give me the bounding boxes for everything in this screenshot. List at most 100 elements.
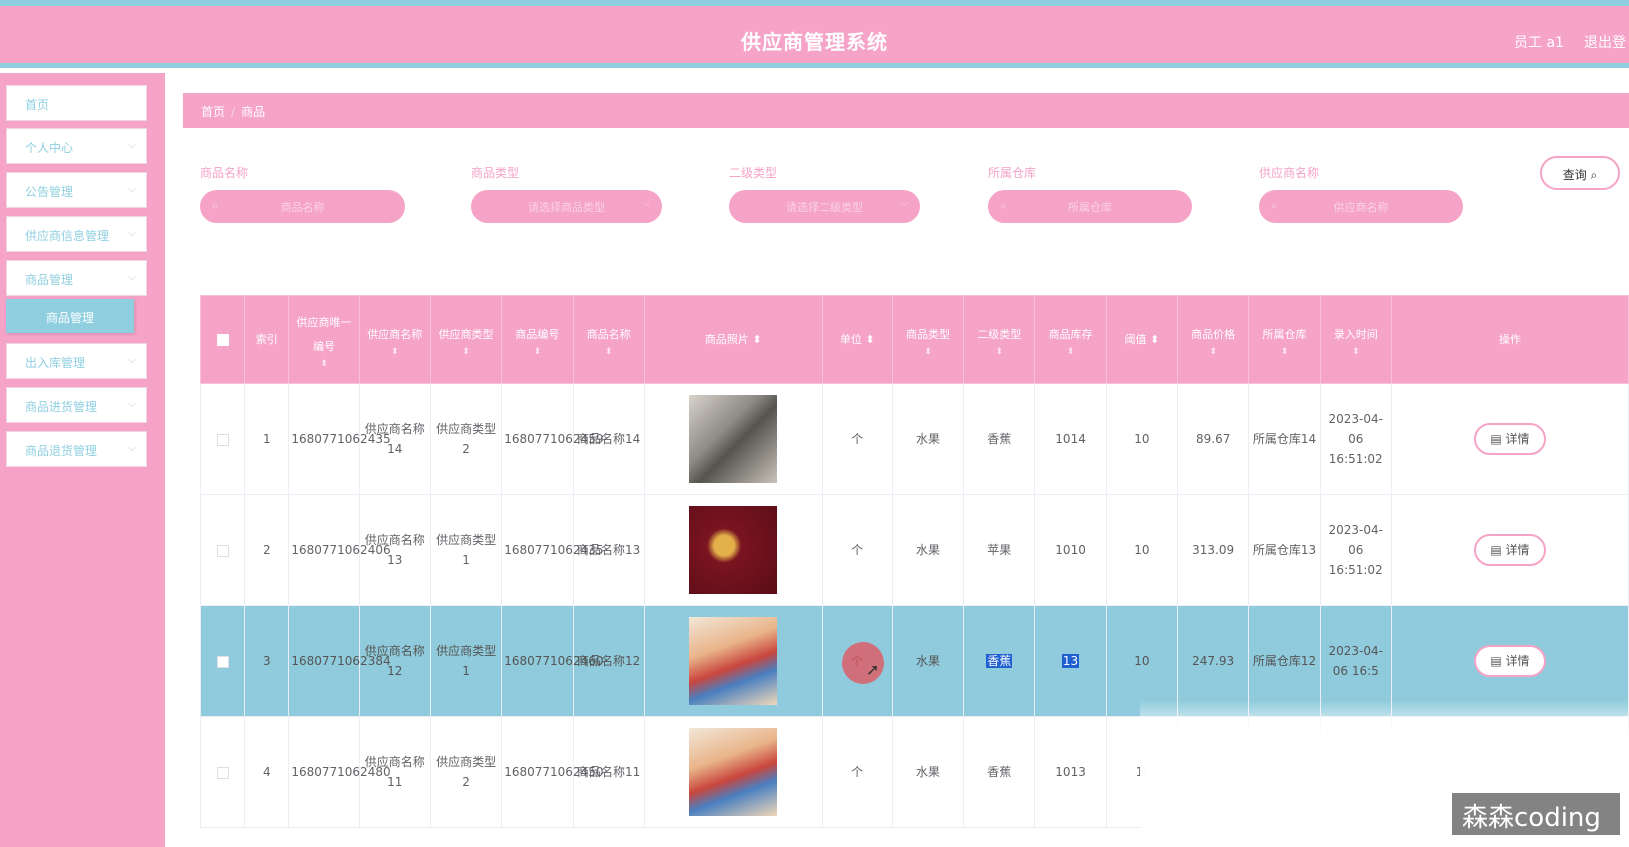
col-header[interactable]: 商品库存 ⬍ [1034, 295, 1107, 384]
sort-icon[interactable]: ⬍ [433, 347, 499, 357]
goods-type-select[interactable]: 请选择商品类型 ⌵ [471, 190, 662, 223]
app-title: 供应商管理系统 [741, 30, 888, 54]
sort-icon[interactable]: ⬍ [1323, 347, 1389, 357]
goods-name-input[interactable]: ⌕ 商品名称 [200, 190, 405, 223]
cell-threshold: 10 [1105, 383, 1179, 495]
col-header[interactable]: 商品编号 ⬍ [501, 295, 574, 384]
detail-button[interactable]: ▤ 详情 [1473, 645, 1546, 677]
cell-supplier-type: 供应商类型2 [429, 383, 503, 495]
sidebar-item-label: 首页 [25, 98, 50, 112]
detail-button[interactable]: ▤ 详情 [1473, 423, 1546, 455]
supplier-name-input[interactable]: ⌕ 供应商名称 [1259, 190, 1463, 223]
product-photo[interactable] [689, 395, 778, 483]
select-all-checkbox[interactable] [199, 295, 246, 384]
search-icon: ⌕ [1590, 168, 1598, 182]
detail-button[interactable]: ▤ 详情 [1473, 534, 1546, 566]
col-header[interactable]: 所属仓库 ⬍ [1248, 295, 1321, 384]
sidebar-item-purchase[interactable]: 商品进货管理 ⌵ [6, 387, 147, 423]
row-checkbox[interactable] [199, 383, 246, 495]
sort-icon[interactable]: ⬍ [291, 359, 356, 369]
cell-goods-name: 商品名称12 [572, 605, 645, 717]
current-user[interactable]: 员工 a1 [1514, 32, 1564, 52]
col-header[interactable]: 录入时间 ⬍ [1319, 295, 1392, 384]
cell-threshold: 10 [1105, 494, 1179, 606]
video-watermark: 森森coding [1452, 793, 1620, 835]
document-icon: ▤ [1490, 432, 1502, 446]
table-row[interactable]: 1 1680771062435 供应商名称14 供应商类型2 168077106… [199, 383, 1629, 495]
cell-stock: 1013 [1034, 716, 1107, 828]
cell-goods-no: 1680771062459 [501, 383, 603, 495]
sidebar-item-notice[interactable]: 公告管理 ⌵ [6, 172, 147, 208]
col-header[interactable]: 供应商类型 ⬍ [429, 295, 503, 384]
col-header[interactable]: 二级类型 ⬍ [963, 295, 1036, 384]
sidebar-item-home[interactable]: 首页 [6, 85, 147, 121]
cell-supplier-type: 供应商类型1 [429, 605, 503, 717]
col-header[interactable]: 供应商唯一编号 ⬍ [288, 295, 360, 384]
cell-goods-photo [643, 383, 823, 495]
col-header[interactable]: 单位 ⬍ [821, 295, 893, 384]
chevron-down-icon: ⌵ [900, 198, 908, 209]
sidebar-subitem-goods-manage[interactable]: 商品管理 [6, 299, 134, 333]
cell-unit: 个 [821, 716, 893, 828]
table-row[interactable]: 2 1680771062406 供应商名称13 供应商类型1 168077106… [199, 494, 1629, 606]
col-header[interactable]: 商品名称 ⬍ [572, 295, 645, 384]
search-icon: ⌕ [1000, 198, 1007, 212]
cell-time: 2023-04-06 16:51:02 [1319, 494, 1392, 606]
sort-icon[interactable]: ⬍ [895, 347, 961, 357]
breadcrumb: 首页 / 商品 [183, 93, 1629, 128]
row-checkbox[interactable] [199, 605, 246, 717]
col-header[interactable]: 商品照片 ⬍ [643, 295, 823, 384]
sidebar-item-goods[interactable]: 商品管理 ⌵ [6, 260, 147, 296]
cell-supplier-no: 1680771062384 [288, 605, 391, 717]
product-photo[interactable] [689, 617, 778, 705]
cell-sub-type: 香蕉 [963, 383, 1036, 495]
sort-icon[interactable]: ⬍ [504, 347, 570, 357]
query-button[interactable]: 查询 ⌕ [1540, 156, 1620, 190]
cell-unit: 个 [821, 383, 893, 495]
search-icon: ⌕ [212, 198, 219, 212]
sidebar-item-label: 商品管理 [25, 273, 74, 287]
col-header[interactable]: 商品价格 ⬍ [1177, 295, 1250, 384]
warehouse-input[interactable]: ⌕ 所属仓库 [988, 190, 1192, 223]
sort-icon[interactable]: ⬍ [1180, 347, 1246, 357]
breadcrumb-home[interactable]: 首页 [201, 105, 225, 119]
sort-icon[interactable]: ⬍ [752, 333, 761, 346]
sidebar-item-profile[interactable]: 个人中心 ⌵ [6, 128, 147, 164]
sidebar-item-supplier-info[interactable]: 供应商信息管理 ⌵ [6, 216, 147, 252]
col-header[interactable]: 阈值 ⬍ [1105, 295, 1179, 384]
product-photo[interactable] [689, 728, 778, 816]
row-checkbox[interactable] [199, 716, 246, 828]
cell-index: 1 [244, 383, 290, 495]
cell-index: 4 [244, 716, 290, 828]
sort-icon[interactable]: ⬍ [576, 347, 642, 357]
sort-icon[interactable]: ⬍ [1251, 347, 1317, 357]
mouse-cursor-icon: ➚ [866, 660, 880, 679]
cell-goods-type: 水果 [891, 494, 965, 606]
sidebar-item-label: 商品退货管理 [25, 444, 98, 458]
document-icon: ▤ [1490, 654, 1502, 668]
cell-goods-no: 1680771062450 [501, 716, 603, 828]
sub-type-select[interactable]: 请选择二级类型 ⌵ [729, 190, 920, 223]
sidebar-item-stock-io[interactable]: 出入库管理 ⌵ [6, 343, 147, 379]
chevron-down-icon: ⌵ [128, 184, 136, 195]
sort-icon[interactable]: ⬍ [1150, 333, 1159, 346]
cell-warehouse: 所属仓库14 [1248, 383, 1321, 495]
sidebar-item-label: 商品进货管理 [25, 400, 98, 414]
col-header[interactable]: 供应商名称 ⬍ [358, 295, 431, 384]
sidebar-item-return[interactable]: 商品退货管理 ⌵ [6, 431, 147, 467]
cell-goods-no: 1680771062435 [501, 494, 603, 606]
cell-goods-name: 商品名称11 [572, 716, 645, 828]
cell-stock: 1014 [1034, 383, 1107, 495]
sort-icon[interactable]: ⬍ [865, 333, 874, 346]
cell-actions: ▤ 详情 [1390, 494, 1629, 606]
cell-actions: ▤ 详情 [1390, 383, 1629, 495]
sort-icon[interactable]: ⬍ [966, 347, 1032, 357]
logout-link[interactable]: 退出登 [1584, 32, 1626, 52]
sort-icon[interactable]: ⬍ [1037, 347, 1103, 357]
row-checkbox[interactable] [199, 494, 246, 606]
sort-icon[interactable]: ⬍ [362, 347, 428, 357]
col-header[interactable]: 商品类型 ⬍ [891, 295, 965, 384]
cell-goods-type: 水果 [891, 605, 965, 717]
product-photo[interactable] [689, 506, 778, 594]
filter-goods-type-label: 商品类型 [471, 166, 520, 180]
